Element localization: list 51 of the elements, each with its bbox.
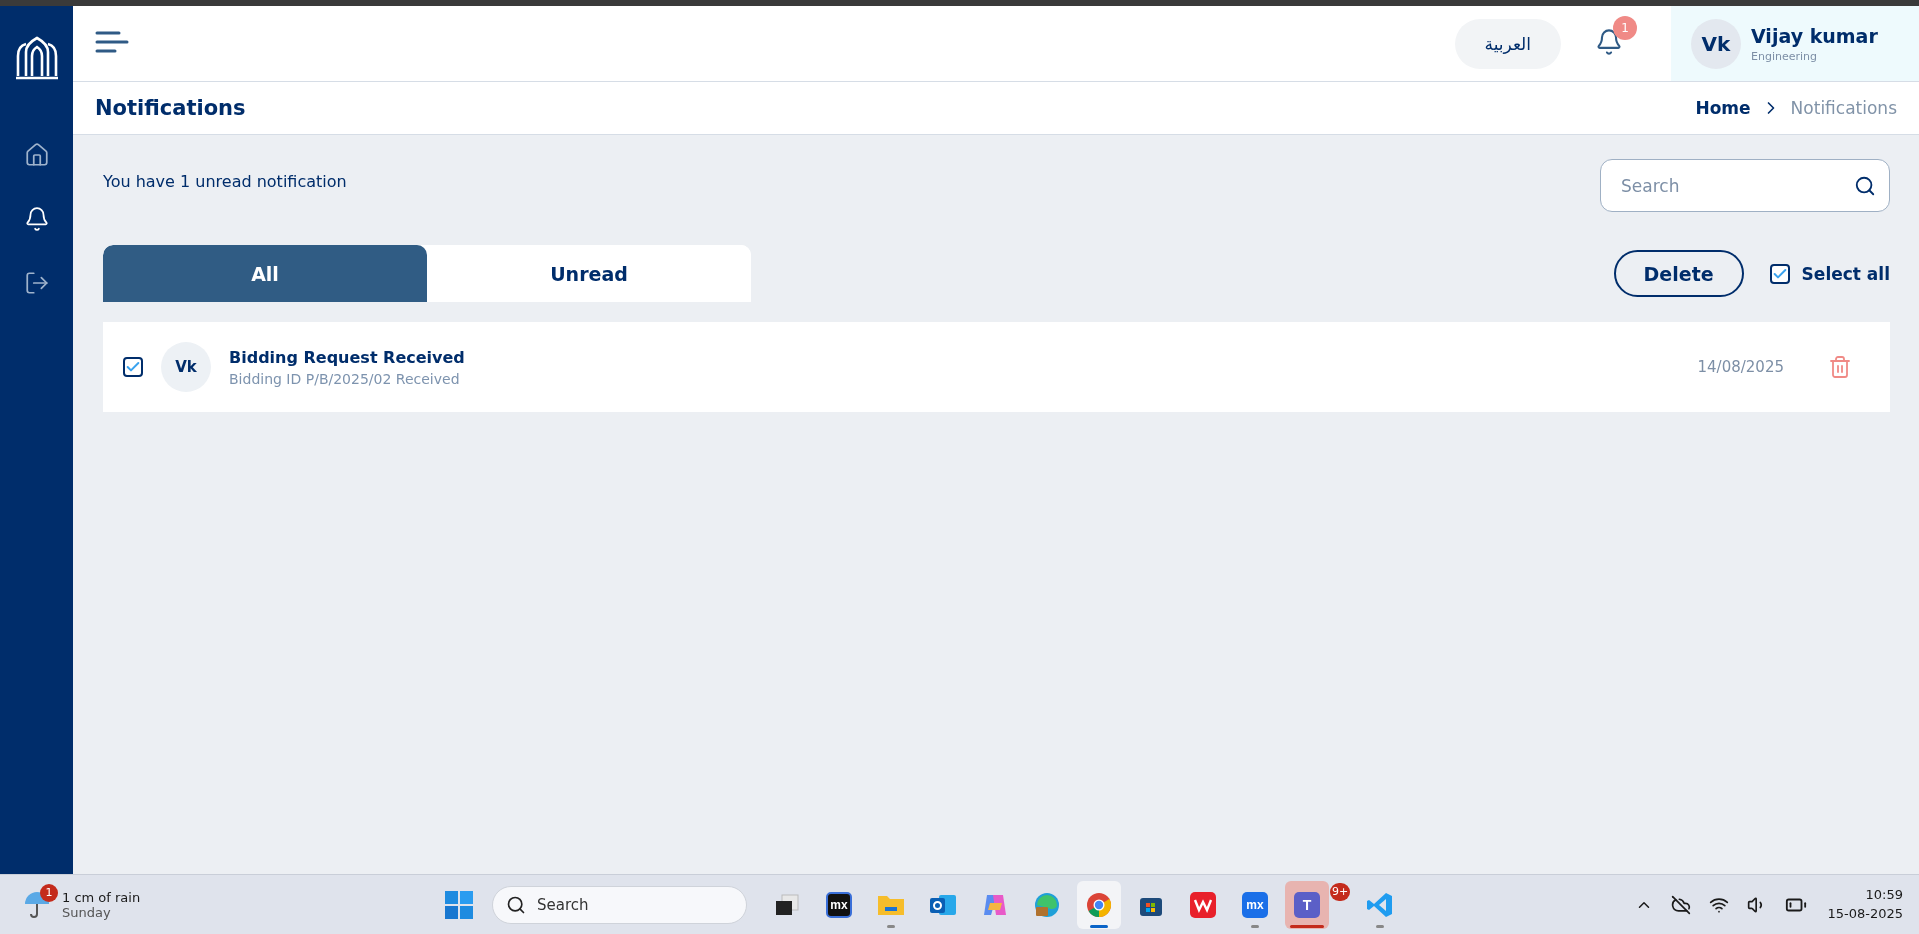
taskbar-app[interactable]: T bbox=[1285, 880, 1329, 929]
running-indicator bbox=[887, 924, 895, 928]
taskbar-app[interactable]: mx bbox=[817, 880, 861, 929]
browser-icon bbox=[1033, 890, 1061, 919]
notification-count: 1 bbox=[1613, 16, 1637, 40]
search-icon[interactable] bbox=[506, 894, 526, 915]
select-all-checkbox[interactable] bbox=[1769, 263, 1790, 284]
user-name: Vijay kumar bbox=[1751, 24, 1878, 47]
bell-icon bbox=[23, 206, 50, 232]
breadcrumb-item: Notifications bbox=[1790, 98, 1897, 118]
notification-subtitle: Bidding ID P/B/2025/02 Received bbox=[229, 370, 461, 387]
user-avatar: Vk bbox=[1691, 18, 1741, 69]
notification-date: 14/08/2025 bbox=[1697, 358, 1784, 376]
unread-summary: You have 1 unread notification bbox=[103, 172, 347, 191]
running-indicator bbox=[1290, 924, 1324, 928]
taskbar-app[interactable]: mx bbox=[1233, 880, 1277, 929]
running-indicator bbox=[1251, 924, 1259, 928]
search-icon[interactable] bbox=[1854, 174, 1876, 197]
notification-card[interactable]: Vk Bidding Request Received Bidding ID P/B/2025/02 Received 14/08/2025 bbox=[103, 322, 1890, 412]
select-all-label: Select all bbox=[1801, 263, 1890, 284]
window-stack-icon bbox=[774, 892, 800, 917]
app-logo: T bbox=[1294, 891, 1320, 918]
taskbar-search[interactable]: Search bbox=[492, 885, 747, 924]
clock-time: 10:59 bbox=[1864, 886, 1903, 905]
weather-badge: 1 bbox=[40, 883, 58, 902]
cloud-off-icon[interactable] bbox=[1671, 894, 1692, 915]
browser-icon bbox=[1085, 890, 1113, 919]
app-logo: mx bbox=[826, 891, 852, 918]
weather-text: 1 cm of rain bbox=[62, 889, 141, 905]
weather-day: Sunday bbox=[62, 904, 141, 920]
running-indicator bbox=[1090, 924, 1108, 928]
page-title: Notifications bbox=[95, 96, 246, 120]
language-button[interactable]: العربية bbox=[1454, 18, 1561, 69]
search-field[interactable]: Search bbox=[1600, 159, 1890, 212]
arch-logo bbox=[13, 36, 60, 80]
start-icon[interactable] bbox=[444, 889, 474, 920]
home-icon bbox=[23, 142, 50, 168]
delete-button[interactable]: Delete bbox=[1613, 250, 1744, 297]
sender-avatar: Vk bbox=[161, 342, 211, 392]
clock-date: 15-08-2025 bbox=[1827, 904, 1903, 923]
app-badge: 9+ bbox=[1330, 882, 1351, 901]
notification-title: Bidding Request Received bbox=[229, 347, 466, 367]
logout-icon bbox=[23, 270, 50, 296]
app-logo bbox=[1190, 891, 1216, 918]
notification-checkbox[interactable] bbox=[123, 357, 143, 377]
app-logo: mx bbox=[1242, 891, 1268, 918]
code-editor-icon bbox=[1366, 890, 1395, 919]
filter-tab[interactable]: All bbox=[103, 245, 427, 302]
running-indicator bbox=[1376, 924, 1385, 928]
user-department: Engineering bbox=[1751, 49, 1818, 63]
breadcrumb-item[interactable]: Home bbox=[1695, 98, 1751, 118]
